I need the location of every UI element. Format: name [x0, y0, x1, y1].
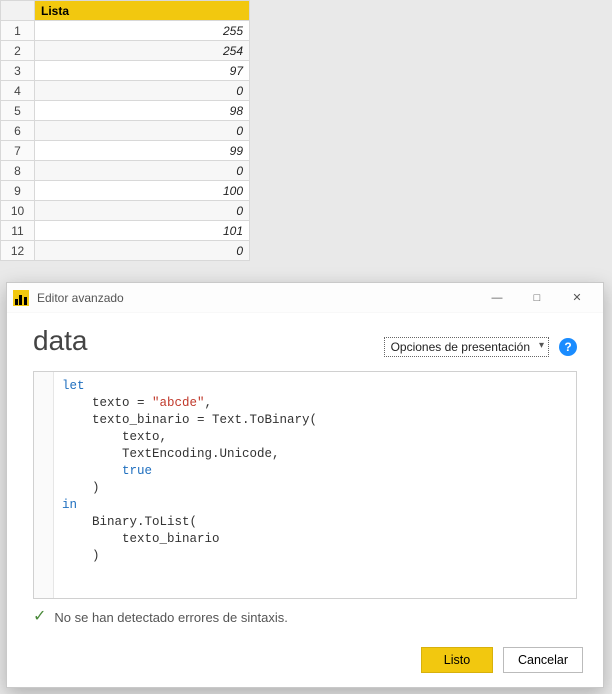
- cancel-button[interactable]: Cancelar: [503, 647, 583, 673]
- table-row[interactable]: 9100: [1, 181, 250, 201]
- row-index-header: [1, 1, 35, 21]
- table-row[interactable]: 120: [1, 241, 250, 261]
- table-row[interactable]: 1255: [1, 21, 250, 41]
- value-cell[interactable]: 0: [35, 201, 250, 221]
- table-row[interactable]: 11101: [1, 221, 250, 241]
- value-cell[interactable]: 98: [35, 101, 250, 121]
- table-row[interactable]: 2254: [1, 41, 250, 61]
- row-index-cell[interactable]: 6: [1, 121, 35, 141]
- table-row[interactable]: 799: [1, 141, 250, 161]
- column-header[interactable]: Lista: [35, 1, 250, 21]
- row-index-cell[interactable]: 10: [1, 201, 35, 221]
- done-button[interactable]: Listo: [421, 647, 493, 673]
- value-cell[interactable]: 254: [35, 41, 250, 61]
- value-cell[interactable]: 97: [35, 61, 250, 81]
- table-row[interactable]: 80: [1, 161, 250, 181]
- value-cell[interactable]: 0: [35, 81, 250, 101]
- table-row[interactable]: 60: [1, 121, 250, 141]
- syntax-status-text: No se han detectado errores de sintaxis.: [54, 610, 287, 625]
- dialog-title: Editor avanzado: [37, 291, 477, 305]
- table-row[interactable]: 40: [1, 81, 250, 101]
- code-string: "abcde": [152, 396, 205, 410]
- value-cell[interactable]: 0: [35, 121, 250, 141]
- dialog-titlebar[interactable]: Editor avanzado — □ ✕: [7, 283, 603, 313]
- powerbi-icon: [13, 290, 29, 306]
- data-table-container: Lista 1255225439740598607998091001001110…: [0, 0, 250, 261]
- table-row[interactable]: 397: [1, 61, 250, 81]
- code-keyword: let: [62, 379, 85, 393]
- row-index-cell[interactable]: 3: [1, 61, 35, 81]
- row-index-cell[interactable]: 5: [1, 101, 35, 121]
- value-cell[interactable]: 0: [35, 161, 250, 181]
- code-keyword: true: [122, 464, 152, 478]
- dialog-footer: Listo Cancelar: [7, 637, 603, 687]
- close-button[interactable]: ✕: [557, 284, 597, 312]
- row-index-cell[interactable]: 2: [1, 41, 35, 61]
- syntax-status: ✓ No se han detectado errores de sintaxi…: [33, 609, 577, 625]
- row-index-cell[interactable]: 11: [1, 221, 35, 241]
- advanced-editor-dialog: Editor avanzado — □ ✕ data Opciones de p…: [6, 282, 604, 688]
- minimize-button[interactable]: —: [477, 284, 517, 312]
- row-index-cell[interactable]: 4: [1, 81, 35, 101]
- maximize-button[interactable]: □: [517, 284, 557, 312]
- row-index-cell[interactable]: 9: [1, 181, 35, 201]
- code-gutter: [34, 372, 54, 598]
- row-index-cell[interactable]: 7: [1, 141, 35, 161]
- code-editor[interactable]: let texto = "abcde", texto_binario = Tex…: [54, 372, 576, 598]
- row-index-cell[interactable]: 12: [1, 241, 35, 261]
- table-row[interactable]: 100: [1, 201, 250, 221]
- value-cell[interactable]: 255: [35, 21, 250, 41]
- value-cell[interactable]: 100: [35, 181, 250, 201]
- table-row[interactable]: 598: [1, 101, 250, 121]
- row-index-cell[interactable]: 8: [1, 161, 35, 181]
- check-icon: ✓: [33, 609, 46, 625]
- value-cell[interactable]: 101: [35, 221, 250, 241]
- row-index-cell[interactable]: 1: [1, 21, 35, 41]
- value-cell[interactable]: 0: [35, 241, 250, 261]
- code-editor-frame: let texto = "abcde", texto_binario = Tex…: [33, 371, 577, 599]
- code-keyword: in: [62, 498, 77, 512]
- query-name-title: data: [33, 325, 88, 357]
- value-cell[interactable]: 99: [35, 141, 250, 161]
- help-icon[interactable]: ?: [559, 338, 577, 356]
- display-options-dropdown[interactable]: Opciones de presentación: [384, 337, 549, 357]
- data-table: Lista 1255225439740598607998091001001110…: [0, 0, 250, 261]
